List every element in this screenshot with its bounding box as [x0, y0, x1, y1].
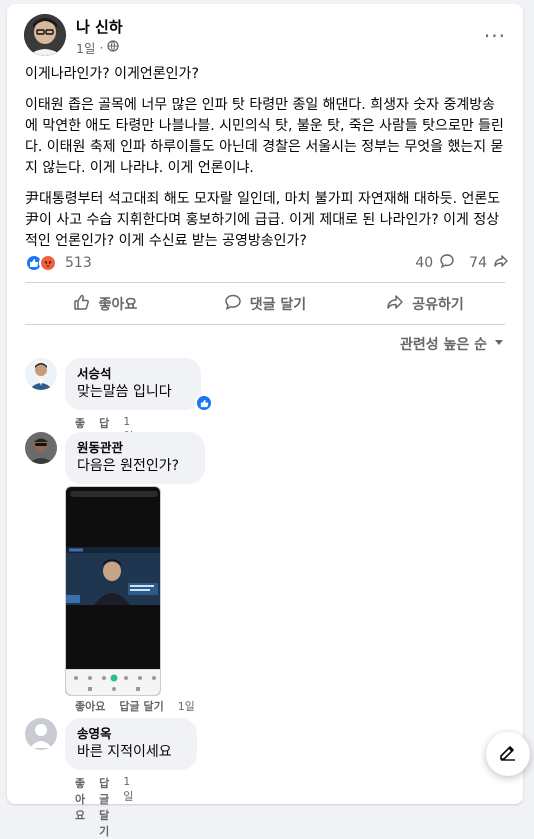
author-avatar[interactable]	[24, 14, 66, 56]
thumbs-up-icon	[73, 293, 91, 315]
more-options-button[interactable]: ···	[484, 24, 506, 48]
compose-button[interactable]	[486, 732, 530, 776]
comment-text: 바른 지적이세요	[77, 744, 172, 760]
comment-button[interactable]: 댓글 달기	[185, 286, 345, 322]
post-paragraph: 이게나라인가? 이게언론인가?	[25, 66, 199, 82]
share-count[interactable]: 74	[469, 255, 487, 271]
comment-time[interactable]: 1일	[178, 698, 195, 714]
comment-like-button[interactable]: 좋아요	[75, 775, 85, 839]
comment-time[interactable]: 1일	[123, 775, 133, 839]
commenter-avatar[interactable]	[25, 432, 57, 464]
engagement-stats: 40 74	[415, 253, 509, 273]
post-header: 나 신하 1일 · ···	[24, 14, 506, 62]
post-time[interactable]: 1일	[76, 38, 95, 57]
comment-reply-button[interactable]: 답글 달기	[99, 775, 109, 839]
post-paragraph: 尹대통령부터 석고대죄 해도 모자랄 일인데, 마치 불가피 자연재해 대하듯.…	[25, 191, 501, 249]
commenter-avatar[interactable]	[25, 358, 57, 390]
author-name[interactable]: 나 신하	[76, 16, 123, 37]
reaction-count[interactable]: 513	[65, 255, 92, 271]
comment-text: 맞는말씀 입니다	[77, 384, 172, 400]
sort-label: 관련성 높은 순	[399, 337, 487, 353]
globe-icon	[107, 40, 120, 55]
comment-like-badge-icon[interactable]	[195, 394, 213, 412]
comment-actions: 좋아요 답글 달기 1일	[75, 775, 133, 839]
comment-sort-dropdown[interactable]: 관련성 높은 순	[400, 334, 505, 354]
comment-actions: 좋아요 답글 달기 1일	[75, 698, 195, 714]
angry-reaction-icon	[39, 254, 57, 272]
commenter-avatar[interactable]	[25, 718, 57, 750]
divider	[25, 282, 505, 283]
post-paragraph: 이태원 좁은 골목에 너무 많은 인파 탓 타령만 종일 해댄다. 희생자 숫자…	[25, 97, 504, 176]
share-label: 공유하기	[412, 297, 464, 313]
commenter-name[interactable]: 서승석	[77, 366, 189, 382]
chevron-down-icon	[493, 336, 505, 352]
reaction-bar: 513 40 74	[25, 250, 509, 276]
edit-icon	[498, 742, 518, 766]
comment-bubble-icon	[439, 253, 455, 273]
like-button[interactable]: 좋아요	[25, 286, 185, 322]
comment-bubble: 송영옥 바른 지적이세요	[65, 718, 197, 770]
phone-control-bar	[66, 669, 160, 695]
divider	[25, 324, 505, 325]
comment-text: 다음은 원전인가?	[77, 458, 180, 474]
comment-icon	[224, 293, 242, 315]
share-icon	[386, 293, 404, 315]
comment-bubble: 원동관관 다음은 원전인가?	[65, 432, 205, 484]
comment-bubble: 서승석 맞는말씀 입니다	[65, 358, 213, 412]
reaction-icons[interactable]	[25, 254, 57, 272]
post-meta: 1일 ·	[76, 38, 120, 57]
comment-label: 댓글 달기	[249, 297, 307, 313]
news-video-thumbnail	[66, 547, 160, 605]
comment-count[interactable]: 40	[415, 255, 433, 271]
comment-like-button[interactable]: 좋아요	[75, 698, 105, 714]
commenter-name[interactable]: 송영옥	[77, 726, 185, 742]
commenter-name[interactable]: 원동관관	[77, 440, 193, 456]
share-arrow-icon	[493, 253, 509, 273]
comment-attached-screenshot[interactable]	[65, 486, 161, 696]
like-label: 좋아요	[98, 297, 138, 313]
post-card: 나 신하 1일 · ··· 이게나라인가? 이게언론인가? 이태원 좁은 골목에…	[7, 4, 523, 838]
share-button[interactable]: 공유하기	[345, 286, 505, 322]
post-body: 이게나라인가? 이게언론인가? 이태원 좁은 골목에 너무 많은 인파 탓 타령…	[25, 64, 505, 262]
post-actions: 좋아요 댓글 달기 공유하기	[25, 286, 505, 322]
comment-reply-button[interactable]: 답글 달기	[119, 698, 163, 714]
